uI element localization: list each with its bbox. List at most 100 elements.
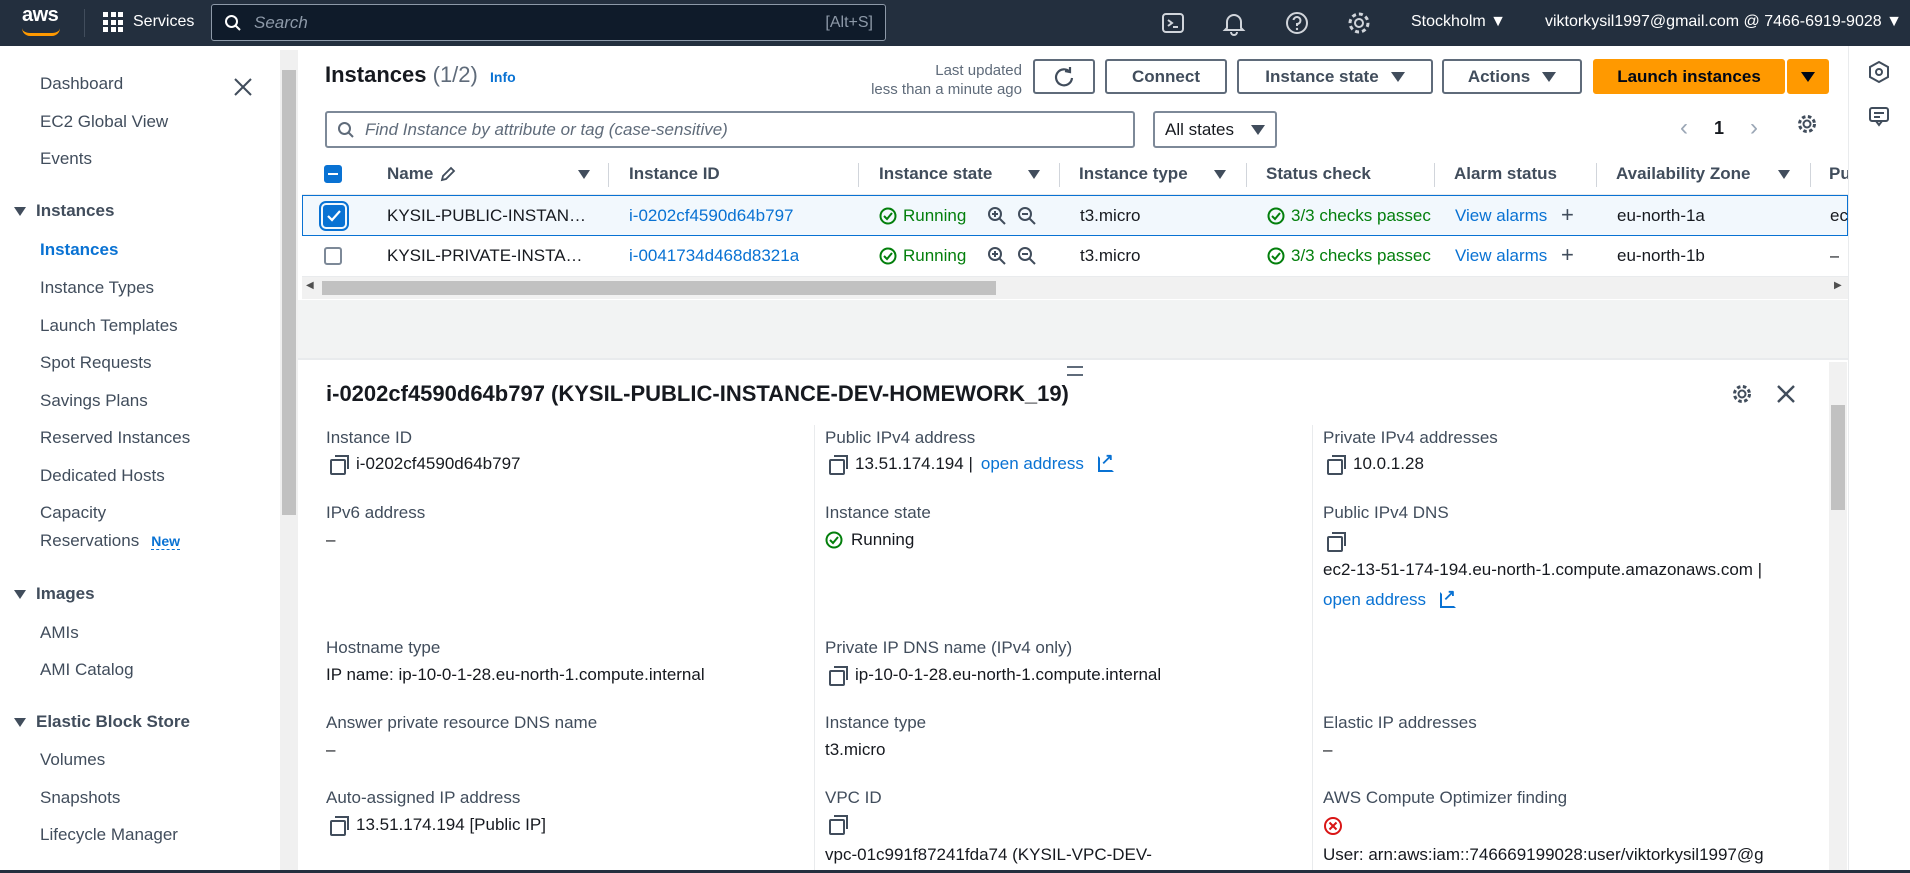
sidebar-item-capacity[interactable]: Capacity [40,503,106,523]
sidebar-scrollbar-thumb[interactable] [282,70,296,515]
scroll-left-icon[interactable]: ◀ [306,280,314,291]
connect-button[interactable]: Connect [1105,59,1227,94]
sidebar-item-capacity-reservations[interactable]: Reservations New [40,531,181,551]
open-address-link[interactable]: open address [1323,590,1426,610]
sidebar-item-lifecycle-manager[interactable]: Lifecycle Manager [40,825,178,845]
instance-id-link[interactable]: i-0202cf4590d64b797 [629,206,793,226]
details-scrollbar-thumb[interactable] [1831,405,1845,510]
global-search-input[interactable]: Search [Alt+S] [211,4,886,41]
column-instance-id[interactable]: Instance ID [629,164,720,184]
resize-handle-icon[interactable] [1067,366,1083,376]
refresh-button[interactable] [1033,59,1095,94]
table-scrollbar-thumb[interactable] [322,281,996,295]
plus-icon[interactable]: + [1561,202,1574,228]
copy-icon[interactable] [829,455,848,475]
copy-icon[interactable] [829,666,848,686]
launch-instances-dropdown[interactable] [1787,59,1829,94]
topbar-separator [84,9,85,37]
sidebar-item-savings-plans[interactable]: Savings Plans [40,391,148,411]
open-address-link[interactable]: open address [981,454,1084,474]
sidebar-item-volumes[interactable]: Volumes [40,750,105,770]
sort-icon[interactable] [578,170,590,179]
sidebar-section-images[interactable]: Images [14,584,95,604]
sidebar-item-instances[interactable]: Instances [40,240,118,260]
external-link-icon[interactable] [1440,586,1457,608]
instance-state-button[interactable]: Instance state [1237,59,1433,94]
launch-instances-button[interactable]: Launch instances [1593,59,1785,94]
page-number[interactable]: 1 [1714,118,1724,139]
sidebar-item-instance-types[interactable]: Instance Types [40,278,154,298]
sidebar-item-dedicated-hosts[interactable]: Dedicated Hosts [40,466,165,486]
help-icon[interactable] [1284,10,1310,36]
external-link-icon[interactable] [1097,450,1114,472]
chevron-left-icon[interactable]: ‹ [1680,114,1688,142]
sort-icon[interactable] [1778,170,1790,179]
details-settings-icon[interactable] [1731,383,1753,405]
sidebar-item-reserved-instances[interactable]: Reserved Instances [40,428,190,448]
optimizer-value: User: arn:aws:iam::746669199028:user/vik… [1323,845,1764,864]
view-alarms-link[interactable]: View alarms [1455,246,1547,266]
services-label: Services [133,13,195,30]
close-icon[interactable] [232,76,254,98]
sidebar-item-ami-catalog[interactable]: AMI Catalog [40,660,134,680]
public-ipv4-value: 13.51.174.194 | open address [829,450,1114,475]
row-checkbox[interactable] [319,201,349,231]
hexagon-icon[interactable] [1867,60,1891,84]
sidebar-section-ebs[interactable]: Elastic Block Store [14,712,190,732]
sidebar-item-amis[interactable]: AMIs [40,623,79,643]
info-link[interactable]: Info [490,69,516,85]
gear-icon[interactable] [1346,10,1372,36]
plus-icon[interactable]: + [1561,242,1574,268]
select-all-checkbox[interactable] [324,165,342,183]
sidebar-item-snapshots[interactable]: Snapshots [40,788,120,808]
vpc-link[interactable]: vpc-01c991f87241fda74 (KYSIL-VPC-DEV- [825,845,1152,865]
zoom-in-icon[interactable] [987,206,1007,226]
optimizer-label: AWS Compute Optimizer finding [1323,788,1568,807]
column-alarm-status[interactable]: Alarm status [1454,164,1557,184]
column-instance-state[interactable]: Instance state [879,164,992,184]
sidebar-item-launch-templates[interactable]: Launch Templates [40,316,178,336]
copy-icon[interactable] [1327,455,1346,475]
table-settings-icon[interactable] [1796,113,1818,135]
column-divider [1596,163,1597,187]
sort-icon[interactable] [1028,170,1040,179]
instance-id-link[interactable]: i-0041734d468d8321a [629,246,799,266]
sidebar-item-ec2-global-view[interactable]: EC2 Global View [40,112,168,132]
actions-button[interactable]: Actions [1442,59,1582,94]
chevron-right-icon[interactable]: › [1750,114,1758,142]
column-availability-zone[interactable]: Availability Zone [1616,164,1750,184]
sidebar-item-events[interactable]: Events [40,149,92,169]
column-name[interactable]: Name [387,164,457,184]
instance-filter-input[interactable]: Find Instance by attribute or tag (case-… [325,111,1135,148]
copy-icon[interactable] [330,455,349,475]
sidebar-section-instances[interactable]: Instances [14,201,114,221]
sidebar-item-dashboard[interactable]: Dashboard [40,74,123,94]
close-icon[interactable] [1776,384,1796,404]
state-filter-select[interactable]: All states [1153,111,1277,148]
services-menu-button[interactable]: Services [103,12,194,32]
feedback-icon[interactable] [1867,104,1891,128]
view-alarms-link[interactable]: View alarms [1455,206,1547,226]
column-instance-type[interactable]: Instance type [1079,164,1188,184]
copy-icon[interactable] [1327,532,1346,552]
private-ipv4-label: Private IPv4 addresses [1323,428,1498,447]
zoom-out-icon[interactable] [1017,206,1037,226]
zoom-in-icon[interactable] [987,246,1007,266]
row-checkbox[interactable] [324,247,342,265]
row-az: eu-north-1a [1617,206,1705,225]
column-status-check[interactable]: Status check [1266,164,1371,184]
copy-icon[interactable] [330,816,349,836]
table-row[interactable]: KYSIL-PRIVATE-INSTA… i-0041734d468d8321a… [302,236,1848,277]
zoom-out-icon[interactable] [1017,246,1037,266]
table-row[interactable]: KYSIL-PUBLIC-INSTAN… i-0202cf4590d64b797… [302,195,1857,236]
bell-icon[interactable] [1221,10,1247,36]
answer-dns-label: Answer private resource DNS name [326,713,598,732]
copy-icon[interactable] [829,815,848,835]
sort-icon[interactable] [1214,170,1226,179]
region-selector[interactable]: Stockholm ▼ [1411,13,1506,31]
scroll-right-icon[interactable]: ▶ [1834,280,1842,291]
sidebar-item-spot-requests[interactable]: Spot Requests [40,353,152,373]
account-menu[interactable]: viktorkysil1997@gmail.com @ 7466-6919-90… [1545,13,1902,31]
cloudshell-icon[interactable] [1160,10,1186,36]
aws-logo[interactable]: aws [22,4,59,27]
